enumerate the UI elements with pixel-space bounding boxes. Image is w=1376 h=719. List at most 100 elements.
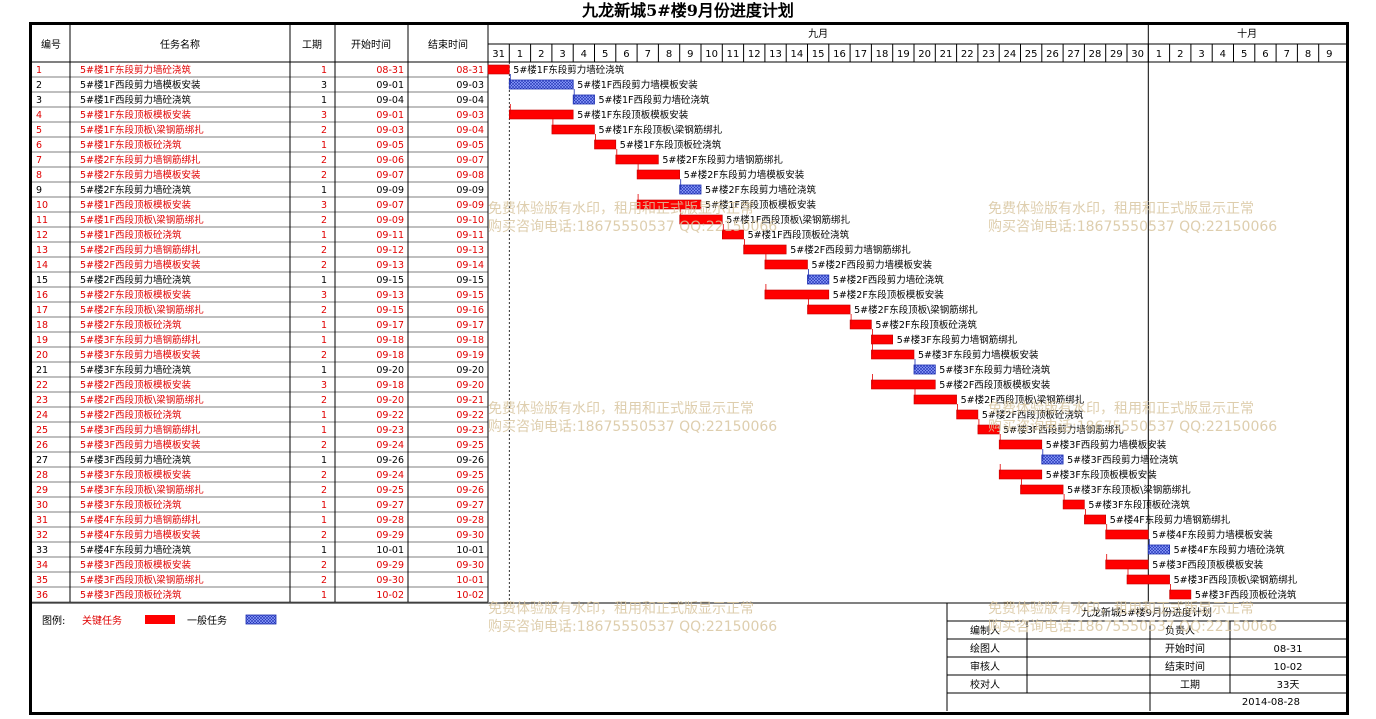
task-start: 09-28 [376, 515, 404, 526]
task-name: 5#楼4F东段剪力墙钢筋绑扎 [80, 514, 201, 526]
task-bar-label: 5#楼1F西段顶板模板安装 [705, 199, 817, 211]
task-end: 09-14 [456, 260, 484, 271]
task-id: 13 [36, 245, 48, 256]
day-label: 1 [517, 49, 523, 60]
task-end: 09-28 [456, 515, 484, 526]
day-label: 4 [1220, 49, 1226, 60]
critical-task-bar [956, 409, 979, 420]
task-id: 8 [36, 170, 42, 181]
task-id: 27 [36, 455, 48, 466]
day-label: 5 [602, 49, 608, 60]
task-duration: 1 [321, 335, 327, 346]
task-duration: 2 [321, 170, 327, 181]
day-label: 3 [1198, 49, 1204, 60]
task-end: 09-20 [456, 365, 484, 376]
day-label: 16 [833, 49, 846, 60]
info-end-value: 10-02 [1273, 662, 1302, 673]
task-name: 5#楼2F西段剪力墙钢筋绑扎 [80, 244, 201, 256]
task-id: 14 [36, 260, 48, 271]
task-id: 18 [36, 320, 48, 331]
task-name: 5#楼2F东段顶板\梁钢筋绑扎 [80, 304, 204, 316]
task-end: 09-27 [456, 500, 484, 511]
task-name: 5#楼2F东段顶板砼浇筑 [80, 319, 182, 331]
task-name: 5#楼1F西段顶板模板安装 [80, 199, 192, 211]
task-bar-label: 5#楼3F东段剪力墙砼浇筑 [939, 364, 1051, 376]
task-start: 09-18 [376, 335, 404, 346]
task-id: 3 [36, 95, 42, 106]
task-start: 09-04 [376, 95, 404, 106]
critical-task-bar [1020, 484, 1064, 495]
task-start: 09-03 [376, 125, 404, 136]
task-id: 28 [36, 470, 48, 481]
task-name: 5#楼2F东段顶板模板安装 [80, 289, 192, 301]
task-end: 09-16 [456, 305, 484, 316]
legend-normal-label: 一般任务 [187, 614, 227, 627]
critical-task-bar [551, 124, 595, 135]
day-label: 31 [492, 49, 505, 60]
task-bar-label: 5#楼4F东段剪力墙钢筋绑扎 [1110, 514, 1231, 526]
day-label: 8 [666, 49, 672, 60]
task-id: 11 [36, 215, 48, 226]
task-bar-label: 5#楼2F东段剪力墙砼浇筑 [705, 184, 817, 196]
task-duration: 2 [321, 215, 327, 226]
task-bar-label: 5#楼3F西段剪力墙钢筋绑扎 [1003, 424, 1124, 436]
critical-task-bar [764, 289, 830, 300]
day-label: 19 [897, 49, 910, 60]
task-start: 09-30 [376, 575, 404, 586]
task-name: 5#楼2F东段剪力墙砼浇筑 [80, 184, 192, 196]
task-bar-label: 5#楼3F西段剪力墙砼浇筑 [1067, 454, 1179, 466]
task-bar-label: 5#楼2F东段顶板\梁钢筋绑扎 [854, 304, 978, 316]
task-bar-label: 5#楼3F东段剪力墙钢筋绑扎 [897, 334, 1018, 346]
task-end: 09-15 [456, 290, 484, 301]
critical-task-bar [849, 319, 872, 330]
critical-task-bar [913, 394, 957, 405]
critical-task-bar [679, 214, 723, 225]
task-id: 2 [36, 80, 42, 91]
task-start: 09-25 [376, 485, 404, 496]
info-checked-by-label: 校对人 [970, 678, 1000, 691]
task-bar-label: 5#楼3F西段剪力墙模板安装 [1046, 439, 1167, 451]
day-label: 15 [812, 49, 825, 60]
task-end: 10-01 [456, 575, 484, 586]
task-end: 09-19 [456, 350, 484, 361]
task-bar-label: 5#楼2F西段顶板模板安装 [939, 379, 1051, 391]
task-duration: 1 [321, 545, 327, 556]
task-duration: 2 [321, 470, 327, 481]
task-name: 5#楼1F西段顶板\梁钢筋绑扎 [80, 214, 204, 226]
task-id: 34 [36, 560, 48, 571]
task-start: 09-24 [376, 440, 404, 451]
task-end: 09-25 [456, 440, 484, 451]
normal-task-bar [508, 79, 574, 90]
task-id: 23 [36, 395, 48, 406]
task-start: 09-24 [376, 470, 404, 481]
critical-task-bar [1105, 559, 1149, 570]
info-duration-label: 工期 [1180, 679, 1200, 691]
task-duration: 2 [321, 485, 327, 496]
task-name: 5#楼3F东段剪力墙砼浇筑 [80, 364, 192, 376]
task-bar-label: 5#楼2F东段顶板模板安装 [833, 289, 945, 301]
task-start: 09-13 [376, 260, 404, 271]
task-name: 5#楼4F东段剪力墙砼浇筑 [80, 544, 192, 556]
task-duration: 3 [321, 290, 327, 301]
task-start: 09-01 [376, 80, 404, 91]
task-name: 5#楼2F西段顶板砼浇筑 [80, 409, 182, 421]
day-label: 7 [645, 49, 651, 60]
task-name: 5#楼3F东段顶板\梁钢筋绑扎 [80, 484, 204, 496]
task-bar-label: 5#楼2F西段顶板砼浇筑 [982, 409, 1084, 421]
task-bar-label: 5#楼2F西段剪力墙钢筋绑扎 [790, 244, 911, 256]
task-name: 5#楼3F西段剪力墙钢筋绑扎 [80, 424, 201, 436]
task-bar-label: 5#楼1F东段顶板砼浇筑 [620, 139, 722, 151]
task-name: 5#楼3F西段剪力墙模板安装 [80, 439, 201, 451]
critical-task-bar [594, 139, 617, 150]
task-name: 5#楼3F东段顶板砼浇筑 [80, 499, 182, 511]
info-title: 九龙新城5#楼9月份进度计划 [1081, 606, 1212, 619]
legend-critical-label: 关键任务 [82, 614, 122, 627]
header-id: 编号 [41, 38, 61, 51]
month-label-sep: 九月 [808, 28, 828, 40]
task-duration: 2 [321, 440, 327, 451]
task-name: 5#楼2F西段顶板\梁钢筋绑扎 [80, 394, 204, 406]
task-id: 31 [36, 515, 48, 526]
task-end: 09-09 [456, 200, 484, 211]
task-name: 5#楼1F东段顶板\梁钢筋绑扎 [80, 124, 204, 136]
day-label: 5 [1241, 49, 1247, 60]
